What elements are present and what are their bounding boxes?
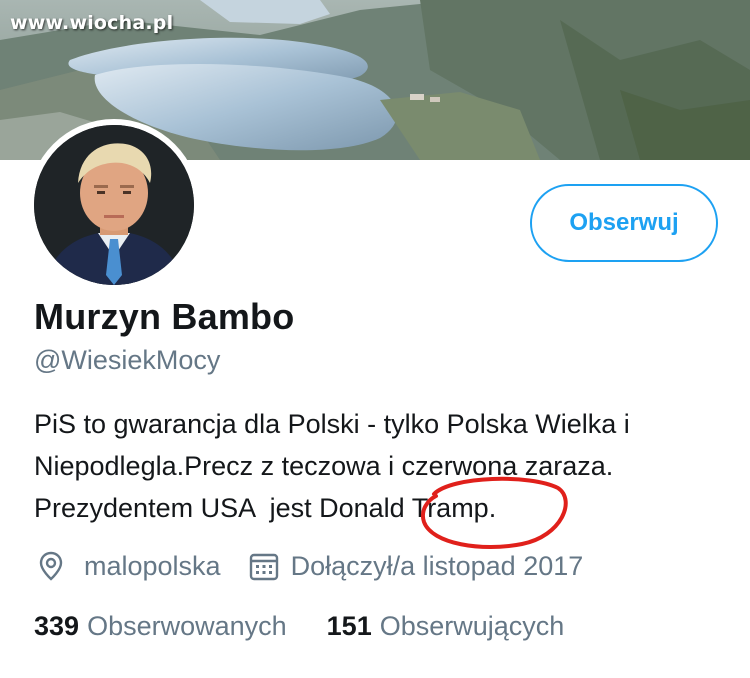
following-link[interactable]: 339 Obserwowanych — [34, 611, 287, 642]
bio-line: Niepodlegla.Precz z teczowa i czerwona z… — [34, 451, 614, 481]
profile-handle: @WiesiekMocy — [34, 345, 221, 375]
location-item: malopolska — [34, 549, 221, 583]
avatar-image — [34, 125, 194, 285]
profile-meta: malopolska Dołączył/a listopad 2017 — [34, 546, 583, 586]
profile-bio: PiS to gwarancja dla Polski - tylko Pols… — [34, 403, 734, 529]
following-count: 339 — [34, 610, 80, 641]
bio-line: PiS to gwarancja dla Polski - tylko Pols… — [34, 409, 630, 439]
profile-stats: 339 Obserwowanych 151 Obserwujących — [34, 606, 564, 646]
profile-display-name: Murzyn Bambo — [34, 296, 295, 337]
follow-button[interactable]: Obserwuj — [530, 184, 718, 262]
joined-item: Dołączył/a listopad 2017 — [247, 549, 584, 583]
joined-text: Dołączył/a listopad 2017 — [290, 550, 584, 581]
followers-label: Obserwujących — [379, 610, 565, 641]
location-text: malopolska — [84, 550, 221, 581]
location-pin-icon — [39, 551, 63, 581]
calendar-icon — [249, 553, 278, 581]
followers-link[interactable]: 151 Obserwujących — [327, 611, 565, 642]
watermark-text: www.wiocha.pl — [10, 12, 174, 34]
profile-avatar[interactable] — [28, 119, 200, 291]
followers-count: 151 — [326, 610, 372, 641]
bio-line: Prezydentem USA jest Donald Tramp. — [34, 493, 497, 523]
following-label: Obserwowanych — [87, 610, 287, 641]
